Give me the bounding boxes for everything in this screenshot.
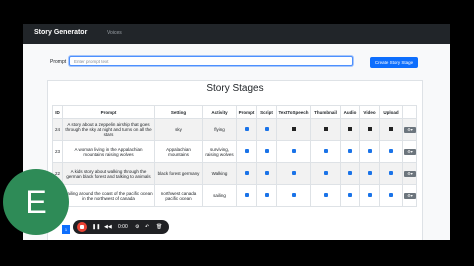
checkbox-checked-icon[interactable] [367,193,372,197]
square-icon[interactable] [367,127,372,131]
nav-link-voices[interactable]: Voices [107,30,122,36]
cell-activity: sailing [202,184,237,207]
checkbox-checked-icon[interactable] [389,149,393,153]
card-title: Story Stages [206,83,264,94]
app-window: Story Generator Voices Prompt Create Sto… [23,24,450,240]
table-header: ID Prompt Setting Activity Prompt Script… [52,105,417,119]
navbar: Story Generator Voices [23,24,450,44]
cell-setting: northwest canada pacific ocean [154,184,203,207]
pagination-page-button[interactable]: 1 [62,225,70,234]
square-icon[interactable] [323,127,328,131]
checkbox-checked-icon[interactable] [244,193,249,197]
square-icon[interactable] [291,127,296,131]
story-stages-card: Story Stages ID Prompt Setting Activity … [47,80,423,240]
prompt-input[interactable] [69,56,353,66]
brand[interactable]: Story Generator [34,29,87,36]
actions-dropdown-icon[interactable]: ⚙▾ [404,148,416,155]
cell-setting: black forest germany [154,162,203,185]
checkbox-checked-icon[interactable] [264,127,269,131]
checkbox-checked-icon[interactable] [264,171,269,175]
cell-activity: surviving, raising wolves [202,140,237,163]
pause-icon[interactable]: ❚❚ [92,220,100,234]
actions-dropdown-icon[interactable]: ⚙▾ [404,192,416,199]
square-icon[interactable] [348,127,352,131]
cell-activity: Walking [202,162,237,185]
checkbox-checked-icon[interactable] [389,193,393,197]
col-header: Prompt [62,105,155,119]
checkbox-checked-icon[interactable] [389,171,393,175]
checkbox-checked-icon[interactable] [323,149,328,153]
checkbox-checked-icon[interactable] [348,149,352,153]
table-row: 22 A kids story about walking through th… [52,162,417,185]
recording-toolbar: ❚❚ ◀◀ 0:00 ⚙ ↶ 🗑 [73,220,169,234]
col-header: Script [256,105,277,119]
cell-prompt: A woman living in the Appalachian mounta… [62,140,155,163]
checkbox-checked-icon[interactable] [264,193,269,197]
cell-prompt: A kids story about walking through the g… [62,162,155,185]
avatar: E [3,169,69,235]
checkbox-checked-icon[interactable] [348,171,352,175]
checkbox-checked-icon[interactable] [291,149,296,153]
trash-icon[interactable]: 🗑 [156,220,162,234]
square-icon[interactable] [389,127,393,131]
checkbox-checked-icon[interactable] [323,193,328,197]
checkbox-checked-icon[interactable] [323,171,328,175]
table-row: Sailing around the coast of the pacific … [52,184,417,207]
cell-id: 24 [52,118,63,141]
cell-id: 23 [52,140,63,163]
col-header: Activity [202,105,237,119]
cell-prompt: Sailing around the coast of the pacific … [62,184,155,207]
checkbox-checked-icon[interactable] [244,171,249,175]
col-header: Upload [379,105,403,119]
col-header: TextToSpeech [276,105,311,119]
checkbox-checked-icon[interactable] [291,171,296,175]
prompt-label: Prompt [50,59,67,65]
col-header: Prompt [236,105,257,119]
stop-record-icon[interactable] [77,222,87,232]
undo-icon[interactable]: ↶ [145,220,149,234]
create-story-stage-button[interactable]: Create Story Stage [370,57,418,68]
recording-timer: 0:00 [118,224,128,230]
checkbox-checked-icon[interactable] [367,149,372,153]
col-header [402,105,417,119]
checkbox-checked-icon[interactable] [348,193,352,197]
actions-dropdown-icon[interactable]: ⚙▾ [404,170,416,177]
settings-icon[interactable]: ⚙ [135,220,139,234]
col-header: Setting [154,105,203,119]
col-header: ID [52,105,63,119]
col-header: Video [359,105,380,119]
checkbox-checked-icon[interactable] [244,149,249,153]
cell-setting: Appalachian mountains [154,140,203,163]
cell-prompt: A story about a zeppelin airship that go… [62,118,155,141]
checkbox-checked-icon[interactable] [367,171,372,175]
actions-dropdown-icon[interactable]: ⚙▾ [404,126,416,133]
story-stages-table: ID Prompt Setting Activity Prompt Script… [52,105,417,207]
checkbox-checked-icon[interactable] [291,193,296,197]
cell-setting: sky [154,118,203,141]
table-row: 23 A woman living in the Appalachian mou… [52,140,417,163]
col-header: Audio [340,105,360,119]
table-row: 24 A story about a zeppelin airship that… [52,118,417,141]
rewind-icon[interactable]: ◀◀ [104,220,112,234]
col-header: Thumbnail [310,105,341,119]
cell-activity: flying [202,118,237,141]
checkbox-checked-icon[interactable] [244,127,249,131]
checkbox-checked-icon[interactable] [264,149,269,153]
